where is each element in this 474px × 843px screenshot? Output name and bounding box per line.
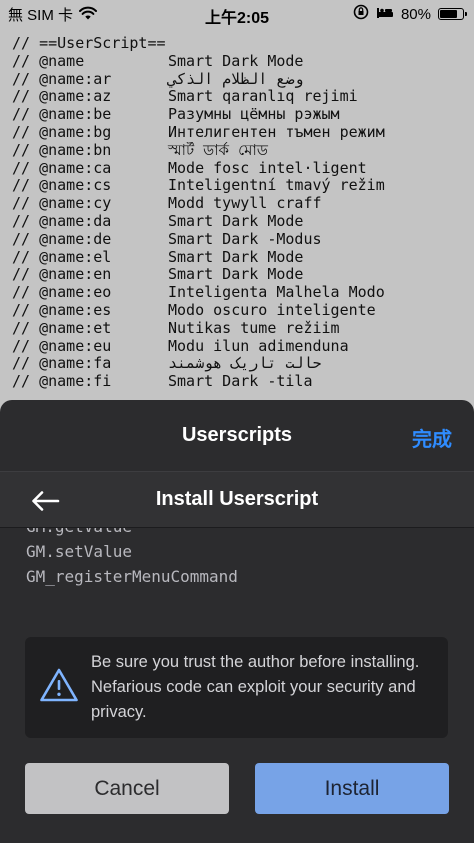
battery-icon <box>438 8 467 20</box>
code-key: // @name:de <box>12 230 112 248</box>
code-key: // @name:da <box>12 212 112 230</box>
code-value: Интелигентен тъмен режим <box>168 123 385 141</box>
code-line: // @name:fa حالت تاریک هوشمند <box>12 355 472 373</box>
code-value: স্মার্ট ডার্ক মোড <box>168 141 268 159</box>
code-value: وضع الظلام الذكي <box>168 70 304 88</box>
code-key: // @name:bn <box>12 141 112 159</box>
install-button[interactable]: Install <box>255 763 449 814</box>
grant-item: GM.setValue <box>26 542 132 561</box>
done-button[interactable]: 完成 <box>412 423 452 452</box>
code-key: // @name:cy <box>12 195 112 213</box>
code-value: Modd tywyll craff <box>168 195 322 213</box>
code-line: // @name:de Smart Dark -Modus <box>12 231 472 249</box>
code-key: // @name:fi <box>12 373 112 391</box>
warning-message: Be sure you trust the author before inst… <box>91 653 420 721</box>
sheet-title: Userscripts <box>181 424 293 446</box>
cancel-button[interactable]: Cancel <box>25 763 229 814</box>
code-line: // @name:ar وضع الظلام الذكي <box>12 71 472 89</box>
code-key: // @name:ca <box>12 159 112 177</box>
code-key: // @name <box>12 52 85 70</box>
code-line: // ==UserScript== <box>12 35 472 53</box>
code-line: // @name:da Smart Dark Mode <box>12 213 472 231</box>
code-value: Smart qaranlıq rejimi <box>168 88 358 106</box>
code-line: // @name:eo Inteligenta Malhela Modo <box>12 284 472 302</box>
code-value: Smart Dark Mode <box>168 212 304 230</box>
code-value: Smart Dark Mode <box>168 266 304 284</box>
code-line: // @name:cy Modd tywyll craff <box>12 195 472 213</box>
install-userscript-title: Install Userscript <box>155 488 319 510</box>
trust-warning-box: Be sure you trust the author before inst… <box>25 637 448 738</box>
code-line: // @name:es Modo oscuro inteligente <box>12 302 472 320</box>
code-line: // @name:az Smart qaranlıq rejimi <box>12 88 472 106</box>
code-line: // @name:el Smart Dark Mode <box>12 249 472 267</box>
code-line: // @name:cs Inteligentní tmavý režim <box>12 177 472 195</box>
warning-triangle-icon <box>39 667 79 703</box>
code-value: Modo oscuro inteligente <box>168 301 376 319</box>
code-value: Inteligentní tmavý režim <box>168 177 385 195</box>
code-key: // @name:be <box>12 106 112 124</box>
code-value: Nutikas tume režiim <box>168 319 340 337</box>
code-line: // @name:bn স্মার্ট ডার্ক মোড <box>12 142 472 160</box>
code-value: Smart Dark -Modus <box>168 230 322 248</box>
install-header: Install Userscript <box>0 471 474 528</box>
code-key: // @name:eu <box>12 337 112 355</box>
code-line: // @name Smart Dark Mode <box>12 53 472 71</box>
code-line: // @name:bg Интелигентен тъмен режим <box>12 124 472 142</box>
code-key: // @name:cs <box>12 177 112 195</box>
code-key: // @name:fa <box>12 355 112 373</box>
sheet-header: Userscripts 完成 <box>0 400 474 470</box>
code-line: // @name:ca Mode fosc intel·ligent <box>12 160 472 178</box>
status-right: 80% <box>353 4 467 24</box>
code-key: // @name:bg <box>12 123 112 141</box>
code-value: Mode fosc intel·ligent <box>168 159 367 177</box>
code-line: // @name:be Разумны цёмны рэжым <box>12 106 472 124</box>
grants-list: GM.getValue GM.setValue GM_registerMenuC… <box>26 528 456 588</box>
rotation-lock-icon <box>353 4 369 24</box>
code-value: Inteligenta Malhela Modo <box>168 284 385 302</box>
code-key: // @name:eo <box>12 284 112 302</box>
code-value: Smart Dark Mode <box>168 52 304 70</box>
code-value: Modu ilun adimenduna <box>168 337 349 355</box>
code-line: // @name:eu Modu ilun adimenduna <box>12 338 472 356</box>
code-key: // @name:en <box>12 266 112 284</box>
code-line: // @name:fi Smart Dark -tila <box>12 373 472 391</box>
status-bar: 無 SIM 卡 上午2:05 80% <box>0 0 474 28</box>
code-line: // @name:en Smart Dark Mode <box>12 266 472 284</box>
code-key: // ==UserScript== <box>12 35 166 52</box>
code-key: // @name:et <box>12 319 112 337</box>
code-value: Smart Dark Mode <box>168 248 304 266</box>
userscripts-sheet: Userscripts 完成 Install Userscript GM.get… <box>0 400 474 843</box>
code-value: حالت تاریک هوشمند <box>168 355 322 373</box>
battery-level-fill <box>440 10 457 18</box>
code-key: // @name:el <box>12 248 112 266</box>
code-key: // @name:ar <box>12 70 112 88</box>
userscript-code-view: // ==UserScript==// @name Smart Dark Mode… <box>12 35 472 391</box>
code-value: Smart Dark -tila <box>168 373 313 391</box>
code-value: Разумны цёмны рэжым <box>168 106 340 124</box>
battery-percent: 80% <box>400 5 431 23</box>
code-key: // @name:az <box>12 88 112 106</box>
grant-item-partial: GM.getValue <box>26 528 456 539</box>
grant-item: GM_registerMenuCommand <box>26 567 238 586</box>
code-key: // @name:es <box>12 301 112 319</box>
sleep-mode-icon <box>376 6 394 23</box>
code-line: // @name:et Nutikas tume režiim <box>12 320 472 338</box>
